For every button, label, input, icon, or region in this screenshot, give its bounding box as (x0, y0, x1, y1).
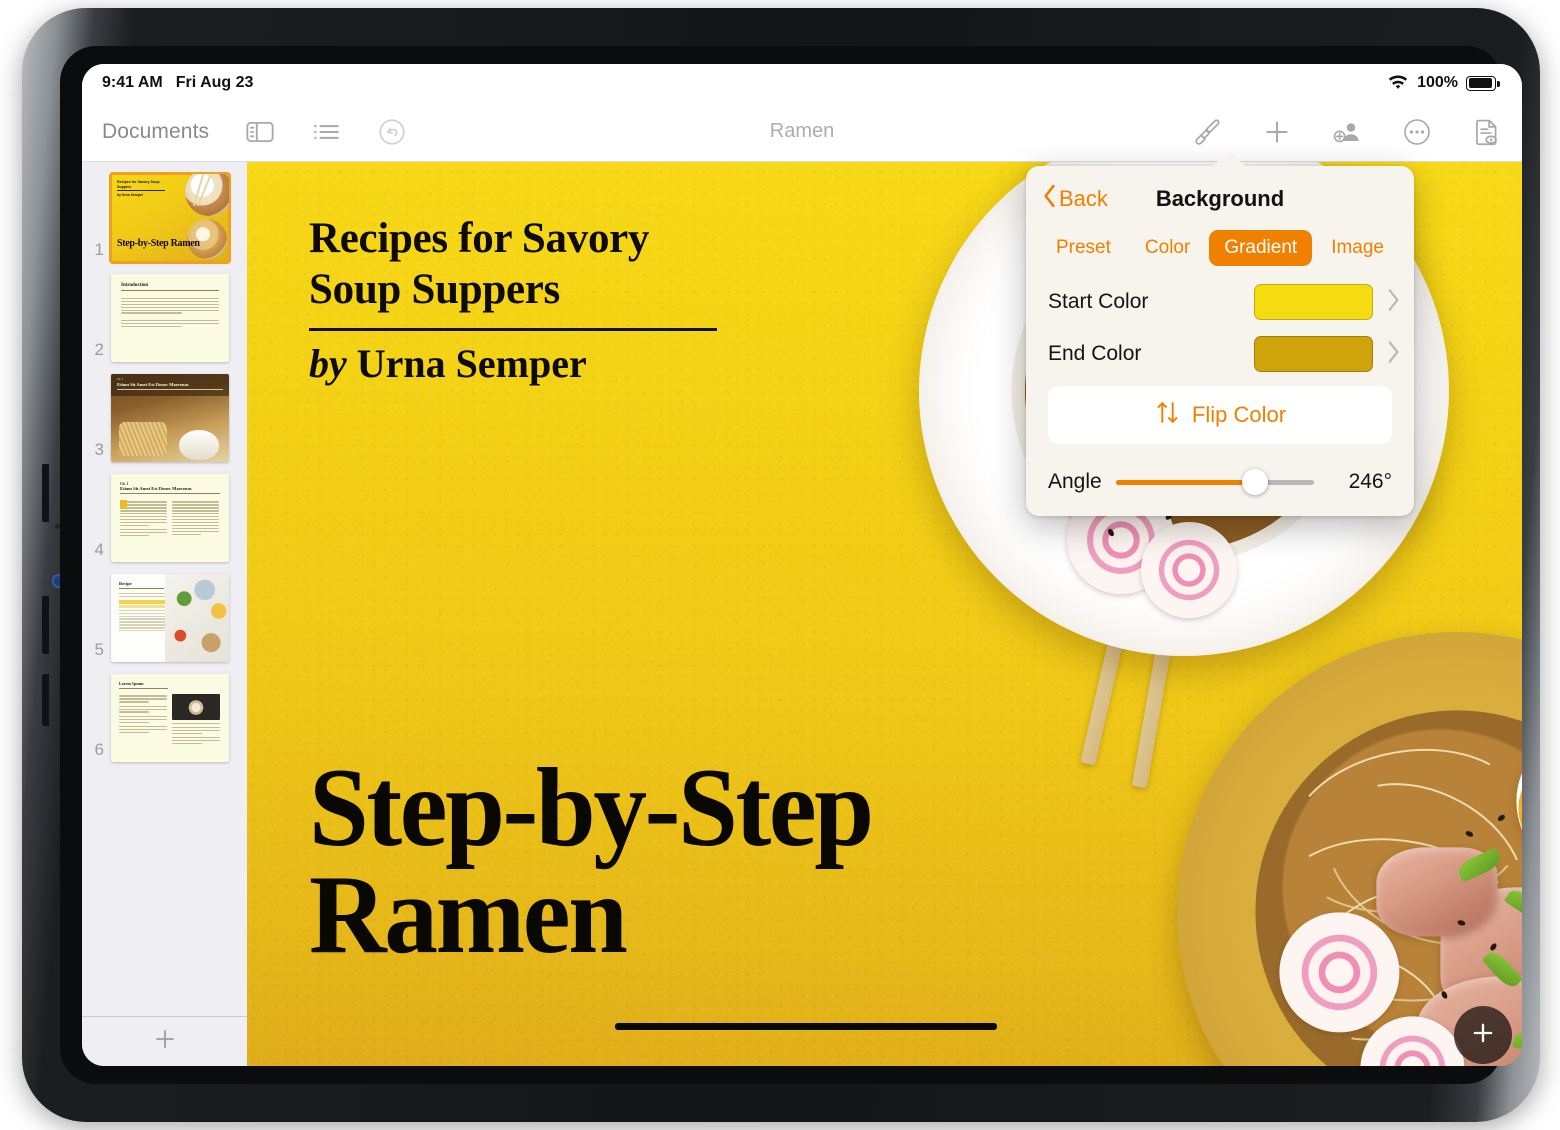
thumbnail-heading: Lorem Ipsum (119, 681, 144, 686)
thumbnail-number: 1 (94, 240, 104, 259)
chevron-left-icon (1042, 184, 1057, 214)
status-bar-left: 9:41 AM Fri Aug 23 (102, 74, 253, 92)
cover-display-title[interactable]: Step-by-Step Ramen (309, 752, 874, 972)
plus-icon (1469, 1019, 1497, 1052)
paintbrush-format-icon[interactable] (1192, 117, 1222, 147)
thumbnail-item-6[interactable]: 6 Lorem Ipsum (82, 668, 247, 768)
popover-back-label: Back (1059, 186, 1108, 211)
plus-icon (153, 1027, 177, 1056)
angle-slider-knob[interactable] (1241, 469, 1268, 495)
background-type-segmented-control[interactable]: Preset Color Gradient Image (1026, 230, 1414, 266)
toolbar-right-group (1192, 117, 1502, 147)
document-preview-icon[interactable] (1472, 117, 1502, 147)
background-format-popover: Back Background Preset Color Gradient Im… (1026, 151, 1414, 516)
chevron-right-icon[interactable] (1373, 288, 1400, 317)
end-color-row[interactable]: End Color (1026, 328, 1414, 380)
cover-subtitle[interactable]: Recipes for Savory Soup Suppers (309, 214, 779, 315)
tab-preset[interactable]: Preset (1041, 230, 1126, 266)
thumbnail-preview-text[interactable]: Introduction (111, 274, 229, 362)
sidebar-toggle-icon[interactable] (245, 117, 275, 147)
thumbnail-item-5[interactable]: 5 Recipe (82, 568, 247, 668)
start-color-swatch[interactable] (1254, 284, 1373, 320)
start-color-row[interactable]: Start Color (1026, 276, 1414, 328)
add-page-button[interactable] (82, 1016, 247, 1066)
thumbnail-list[interactable]: 1 Recipes for Savory Soup Suppers by Urn… (82, 162, 247, 1016)
thumbnail-heading: Etiam Sit Amet Est Donec Maecenas (120, 486, 192, 491)
end-color-label: End Color (1048, 342, 1142, 365)
thumbnail-number: 2 (94, 340, 104, 359)
thumbnail-heading: Introduction (121, 283, 149, 288)
thumbnail-preview-list[interactable]: Lorem Ipsum (111, 674, 229, 762)
flip-arrows-icon (1154, 399, 1181, 432)
thumbnail-number: 3 (94, 440, 104, 459)
author-name: Urna Semper (356, 341, 587, 387)
thumbnail-cover-byline: by Urna Semper (117, 193, 144, 197)
status-time: 9:41 AM (102, 74, 163, 91)
volume-up-button[interactable] (42, 464, 49, 522)
thumbnail-item-3[interactable]: 3 Ch. 1 Etiam Sit Amet Est Donec Maecena… (82, 368, 247, 468)
angle-value: 246° (1348, 470, 1392, 493)
thumbnail-number: 4 (94, 540, 104, 559)
power-button[interactable] (42, 674, 49, 726)
author-prefix: by (309, 341, 347, 387)
cover-bottom-divider (615, 1023, 997, 1030)
thumbnail-item-4[interactable]: 4 Ch. 1 Etiam Sit Amet Est Donec Maecena… (82, 468, 247, 568)
angle-slider[interactable] (1115, 469, 1314, 495)
angle-slider-fill (1115, 479, 1255, 485)
cover-subtitle-line2: Soup Suppers (309, 265, 560, 313)
status-date: Fri Aug 23 (175, 74, 254, 91)
tab-gradient[interactable]: Gradient (1209, 230, 1313, 266)
add-person-collaborate-icon[interactable] (1332, 117, 1362, 147)
thumbnail-preview-cover[interactable]: Recipes for Savory Soup Suppers by Urna … (109, 172, 231, 264)
floating-add-button[interactable] (1454, 1006, 1512, 1064)
flip-color-label: Flip Color (1191, 402, 1287, 427)
thumbnail-heading: Etiam Sit Amet Est Donec Maecenas (117, 382, 189, 387)
plus-insert-icon[interactable] (1262, 117, 1292, 147)
tab-color[interactable]: Color (1130, 230, 1205, 266)
flip-color-button[interactable]: Flip Color (1048, 386, 1392, 444)
end-color-swatch[interactable] (1254, 336, 1373, 372)
thumbnail-preview-photo[interactable]: Ch. 1 Etiam Sit Amet Est Donec Maecenas (111, 374, 229, 462)
undo-icon[interactable] (377, 117, 407, 147)
thumbnail-cover-title: Step-by-Step Ramen (117, 238, 200, 250)
ellipsis-more-icon[interactable] (1402, 117, 1432, 147)
app-toolbar: Documents Ramen (82, 102, 1522, 162)
popover-back-button[interactable]: Back (1042, 184, 1108, 214)
status-bar-right: 100% (1387, 74, 1500, 92)
title-divider (309, 328, 717, 332)
thumbnail-cover-kicker: Recipes for Savory Soup Suppers (117, 180, 160, 189)
thumbnail-number: 6 (94, 740, 104, 759)
start-color-label: Start Color (1048, 290, 1149, 313)
popover-arrow (1212, 151, 1246, 167)
cover-subtitle-line1: Recipes for Savory (309, 215, 650, 262)
list-view-icon[interactable] (311, 117, 341, 147)
toolbar-left-group: Documents (102, 117, 407, 147)
popover-header: Back Background (1026, 182, 1414, 216)
thumbnail-preview-chapter[interactable]: Ch. 1 Etiam Sit Amet Est Donec Maecenas (111, 474, 229, 562)
chevron-right-icon[interactable] (1373, 340, 1400, 369)
work-area: 1 Recipes for Savory Soup Suppers by Urn… (82, 151, 1522, 1066)
thumbnail-number: 5 (94, 640, 104, 659)
ipad-device-frame: 9:41 AM Fri Aug 23 100% Documents Ramen … (22, 8, 1540, 1122)
volume-down-button[interactable] (42, 596, 49, 654)
thumbnail-item-1[interactable]: 1 Recipes for Savory Soup Suppers by Urn… (82, 168, 247, 268)
thumbnail-item-2[interactable]: 2 Introduction (82, 268, 247, 368)
angle-label: Angle (1048, 470, 1102, 493)
status-bar: 9:41 AM Fri Aug 23 100% (82, 64, 1522, 102)
ipad-screen: 9:41 AM Fri Aug 23 100% Documents Ramen … (82, 64, 1522, 1066)
thumbnail-preview-table[interactable]: Recipe (111, 574, 229, 662)
documents-back-button[interactable]: Documents (102, 120, 209, 144)
angle-control-row[interactable]: Angle 246° (1026, 444, 1414, 495)
battery-percent-label: 100% (1417, 74, 1458, 91)
battery-full-icon (1466, 75, 1500, 91)
page-thumbnail-sidebar: 1 Recipes for Savory Soup Suppers by Urn… (82, 162, 247, 1066)
wifi-icon (1387, 75, 1409, 91)
tab-image[interactable]: Image (1316, 230, 1399, 266)
